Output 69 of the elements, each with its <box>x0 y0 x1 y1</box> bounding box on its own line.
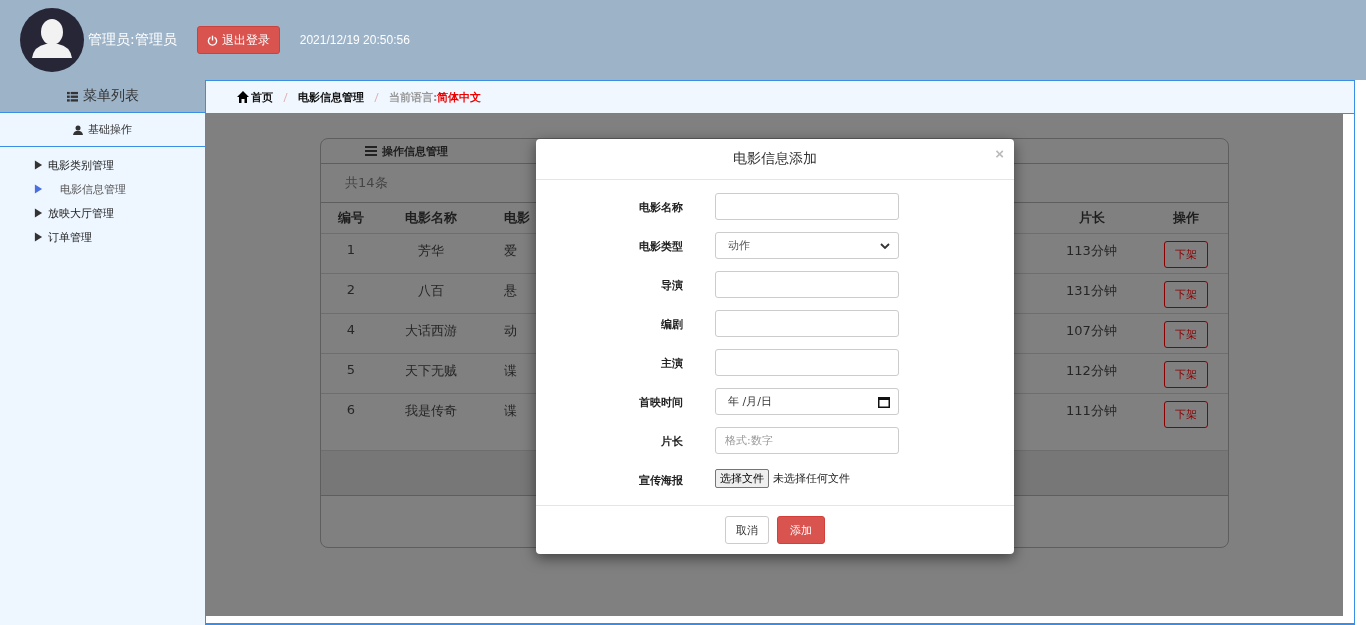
table-cell-text: 我是传奇 <box>404 402 458 420</box>
input-field[interactable] <box>715 193 899 221</box>
table-cell-text: 1 <box>345 242 357 257</box>
input-field[interactable]: 格式:数字 <box>715 427 899 455</box>
field-label: 电影名称 <box>638 200 684 216</box>
field-label: 编剧 <box>660 317 684 333</box>
datetime: 2021/12/19 20:50:56 <box>299 33 410 47</box>
sidebar-title: 菜单列表 <box>82 87 139 105</box>
modal-title: 电影信息添加 <box>733 150 817 169</box>
table-cell-text: 2 <box>345 282 357 297</box>
chevron-icon <box>880 242 890 249</box>
field-label: 电影类型 <box>638 239 684 255</box>
menu-icon <box>365 146 377 156</box>
field-label: 片长 <box>660 434 684 450</box>
table-cell-text: 5 <box>345 362 357 377</box>
table-cell-text: 芳华 <box>417 242 445 260</box>
choose-file-button[interactable]: 选择文件 <box>715 469 769 489</box>
table-cell-text: 112分钟 <box>1065 362 1118 380</box>
add-button[interactable]: 添加 <box>777 516 825 545</box>
table-cell-text: 4 <box>345 322 357 337</box>
home-icon <box>237 91 249 103</box>
table-cell-text: 谍 <box>503 362 518 380</box>
power-icon <box>206 34 218 46</box>
table-cell-text: 大话西游 <box>404 322 458 340</box>
column-header: 电影 <box>503 209 531 227</box>
table-cell-text: 111分钟 <box>1065 402 1118 420</box>
table-cell-text: 113分钟 <box>1065 242 1118 260</box>
sidebar-item[interactable]: 放映大厅管理 <box>34 201 205 225</box>
table-cell-text: 八百 <box>417 282 445 300</box>
user-icon <box>73 124 83 135</box>
cancel-button[interactable]: 取消 <box>725 516 769 545</box>
table-cell-text: 爱 <box>503 242 518 260</box>
user-name: 管理员:管理员 <box>88 31 177 49</box>
section-header[interactable]: 基础操作 <box>0 113 205 147</box>
column-header: 编号 <box>337 209 365 227</box>
language-value: 简体中文 <box>437 89 482 105</box>
select-field[interactable]: 动作 <box>715 232 899 260</box>
panel-title: 操作信息管理 <box>382 143 448 159</box>
field-label: 宣传海报 <box>638 473 684 489</box>
sidebar-item[interactable]: 电影信息管理 <box>34 177 205 201</box>
language-label: 当前语言: <box>389 89 438 105</box>
section-title: 基础操作 <box>88 122 132 137</box>
list-icon <box>66 90 78 102</box>
table-cell-text: 6 <box>345 402 357 417</box>
field-label: 首映时间 <box>638 395 684 411</box>
column-header: 操作 <box>1172 209 1200 227</box>
table-cell-text: 天下无贼 <box>404 362 458 380</box>
breadcrumb-link[interactable]: 电影信息管理 <box>298 89 364 105</box>
home-link[interactable]: 首页 <box>237 89 273 105</box>
sidebar-item[interactable]: 电影类别管理 <box>34 153 205 177</box>
column-header: 电影名称 <box>404 209 458 227</box>
calendar-icon <box>878 395 890 408</box>
avatar-icon <box>20 8 84 72</box>
file-status: 未选择任何文件 <box>773 471 850 487</box>
table-cell-text: 谍 <box>503 402 518 420</box>
table-cell-text: 动 <box>503 322 518 340</box>
table-cell-text: 悬 <box>503 282 518 300</box>
sidebar-item[interactable]: 订单管理 <box>34 225 205 249</box>
input-field[interactable] <box>715 349 899 377</box>
input-field[interactable] <box>715 310 899 338</box>
table-cell-text: 107分钟 <box>1065 322 1118 340</box>
column-header: 片长 <box>1077 209 1106 227</box>
record-count: 共14条 <box>345 174 388 192</box>
date-field[interactable]: 年 /月/日 <box>715 388 899 416</box>
field-label: 导演 <box>660 278 684 294</box>
table-cell-text: 131分钟 <box>1065 282 1118 300</box>
field-label: 主演 <box>660 356 684 372</box>
input-field[interactable] <box>715 271 899 299</box>
logout-button[interactable]: 退出登录 <box>196 26 280 54</box>
